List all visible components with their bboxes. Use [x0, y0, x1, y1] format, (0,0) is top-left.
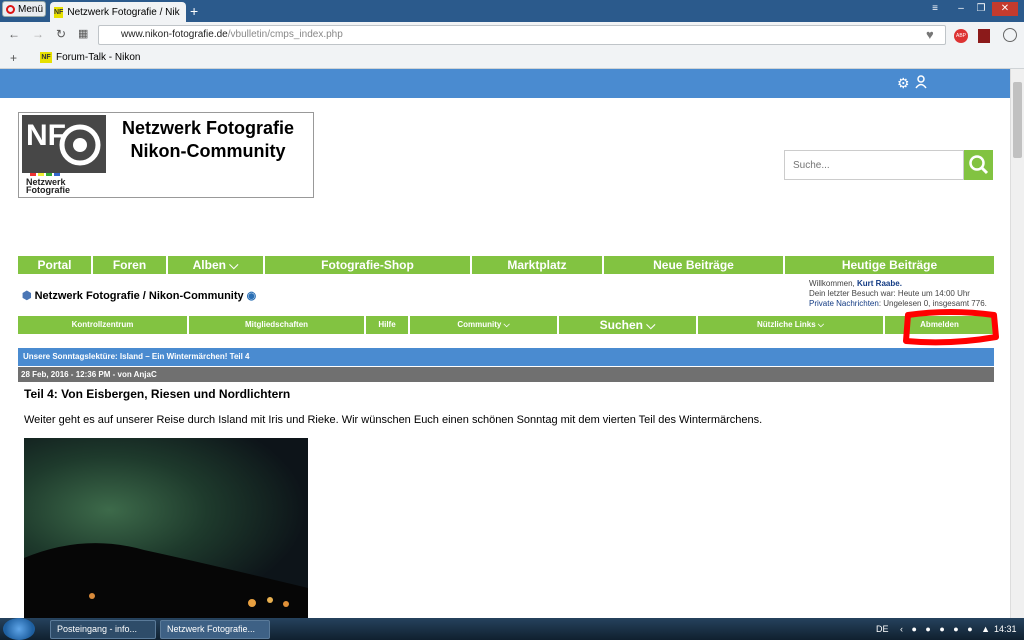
red-highlight-annotation — [903, 309, 999, 346]
chevron-down-icon: ⌵ — [225, 258, 239, 272]
logo-title-line2: Nikon-Community — [130, 141, 286, 161]
bookmark-item[interactable]: NF Forum-Talk - Nikon — [40, 52, 140, 63]
site-search-button[interactable] — [964, 150, 993, 180]
bookmark-bar: + NF Forum-Talk - Nikon — [0, 48, 1024, 69]
main-nav: Portal Foren Alben ⌵ Fotografie-Shop Mar… — [18, 256, 994, 274]
menu-label: Menü — [18, 3, 44, 15]
chevron-down-icon: ⌵ — [501, 320, 510, 329]
welcome-greeting: Willkommen, — [809, 279, 855, 288]
article-header[interactable]: Unsere Sonntagslektüre: Island – Ein Win… — [18, 348, 994, 366]
article-meta: 28 Feb, 2016 - 12:36 PM - von AnjaC — [18, 367, 994, 382]
clock[interactable]: 14:31 — [994, 624, 1017, 634]
chevron-down-icon: ⌵ — [815, 320, 824, 329]
logo-subtext: Netzwerk Fotografie — [26, 177, 70, 195]
logo-mark: NF — [26, 119, 66, 152]
nav-marktplatz[interactable]: Marktplatz — [472, 256, 604, 274]
logo-image: NF Netzwerk Fotografie — [22, 115, 106, 195]
account-icon[interactable] — [1003, 28, 1017, 42]
url-field[interactable]: www.nikon-fotografie.de/vbulletin/cmps_i… — [98, 25, 946, 45]
welcome-username[interactable]: Kurt Raabe. — [857, 279, 902, 288]
bookmark-favicon-icon: NF — [40, 52, 52, 63]
language-indicator[interactable]: DE — [876, 624, 889, 634]
breadcrumb-link[interactable]: Netzwerk Fotografie / Nikon-Community — [35, 290, 244, 302]
close-window-icon[interactable]: ✕ — [992, 2, 1018, 16]
url-host: www.nikon-fotografie.de — [121, 29, 228, 40]
user-profile-icon[interactable] — [915, 75, 927, 89]
new-tab-icon[interactable]: + — [190, 3, 198, 19]
tab-menu-icon[interactable]: ≡ — [926, 2, 944, 16]
scrollbar-thumb[interactable] — [1013, 82, 1022, 158]
subnav-mitgliedschaften[interactable]: Mitgliedschaften — [189, 316, 366, 334]
private-messages-link[interactable]: Private Nachrichten — [809, 299, 879, 308]
add-bookmark-icon[interactable]: + — [10, 51, 17, 65]
opera-icon — [6, 4, 15, 14]
article-title: Teil 4: Von Eisbergen, Riesen und Nordli… — [24, 387, 291, 401]
subnav-nuetzliche-links[interactable]: Nützliche Links ⌵ — [698, 316, 885, 334]
taskbar-item-mail[interactable]: Posteingang - info... — [50, 620, 156, 639]
last-visit-text: Dein letzter Besuch war: Heute um 14:00 … — [809, 289, 970, 298]
favicon-icon: NF — [54, 6, 64, 18]
adblock-icon[interactable]: ABP — [954, 29, 968, 43]
taskbar-item-browser[interactable]: Netzwerk Fotografie... — [160, 620, 270, 639]
breadcrumb: ⬢ Netzwerk Fotografie / Nikon-Community … — [22, 289, 257, 303]
nav-fotografie-shop[interactable]: Fotografie-Shop — [265, 256, 472, 274]
bookmark-label: Forum-Talk - Nikon — [56, 52, 141, 63]
forward-icon[interactable]: → — [32, 27, 44, 41]
subnav-kontrollzentrum[interactable]: Kontrollzentrum — [18, 316, 189, 334]
nav-portal[interactable]: Portal — [18, 256, 93, 274]
heart-icon[interactable]: ♥ — [926, 27, 934, 42]
nav-heutige-beitraege[interactable]: Heutige Beiträge — [785, 256, 994, 274]
aurora-photo[interactable] — [24, 438, 308, 618]
subnav-community[interactable]: Community ⌵ — [410, 316, 559, 334]
nav-neue-beitraege[interactable]: Neue Beiträge — [604, 256, 785, 274]
subnav-suchen[interactable]: Suchen ⌵ — [559, 316, 698, 334]
subnav-community-label: Community — [457, 320, 502, 329]
ublock-icon[interactable] — [978, 29, 990, 43]
back-icon[interactable]: ← — [8, 27, 20, 41]
subnav-suchen-label: Suchen — [599, 318, 643, 332]
speed-dial-icon[interactable]: ▦ — [78, 27, 88, 40]
forum-home-icon[interactable]: ⬢ — [22, 289, 32, 302]
url-path: /vbulletin/cmps_index.php — [227, 29, 343, 40]
search-icon — [969, 155, 989, 175]
nav-alben-label: Alben — [192, 258, 226, 272]
settings-gear-icon[interactable]: ⚙ — [897, 75, 910, 92]
browser-menu-button[interactable]: Menü — [2, 1, 46, 17]
tray-icons[interactable]: ‹ ● ● ● ● ● ▲ — [900, 624, 993, 634]
site-top-bar: ⚙ — [0, 69, 1010, 98]
active-tab[interactable]: NF Netzwerk Fotografie / Nik × — [50, 2, 186, 22]
subnav-hilfe[interactable]: Hilfe — [366, 316, 410, 334]
maximize-icon[interactable]: ❐ — [972, 2, 990, 16]
tab-title: Netzwerk Fotografie / Nik — [67, 6, 180, 18]
article-body: Weiter geht es auf unserer Reise durch I… — [24, 414, 763, 426]
sub-nav: Kontrollzentrum Mitgliedschaften Hilfe C… — [18, 316, 994, 334]
welcome-box: Willkommen, Kurt Raabe. Dein letzter Bes… — [809, 279, 987, 309]
chevron-down-icon: ⌵ — [642, 318, 656, 332]
start-button[interactable] — [3, 618, 35, 640]
nav-alben[interactable]: Alben ⌵ — [168, 256, 265, 274]
subnav-links-label: Nützliche Links — [757, 320, 816, 329]
site-search-input[interactable] — [784, 150, 964, 180]
reload-icon[interactable]: ↻ — [56, 27, 66, 41]
globe-icon[interactable]: ◉ — [247, 289, 257, 302]
minimize-icon[interactable]: – — [952, 2, 970, 16]
logo-title-line1: Netzwerk Fotografie — [121, 118, 295, 138]
nav-foren[interactable]: Foren — [93, 256, 168, 274]
